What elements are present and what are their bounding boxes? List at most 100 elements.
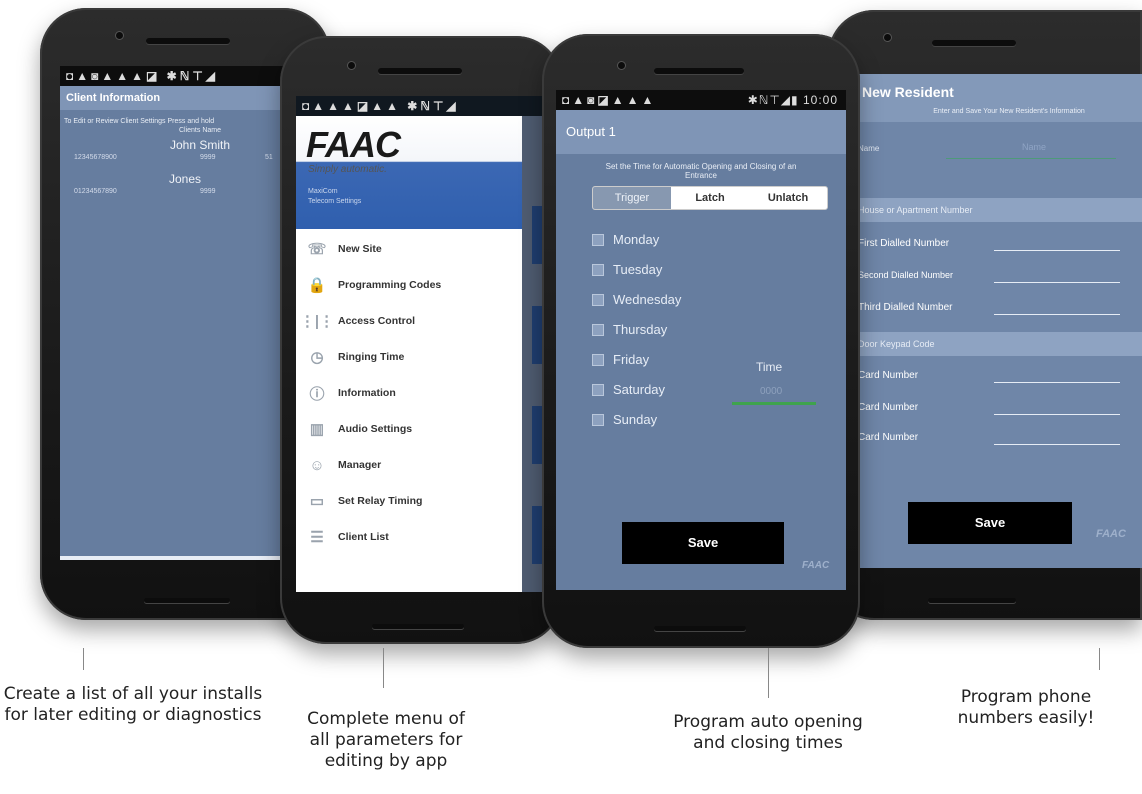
drawer-header: FAAC Simply automatic. MaxiCom Telecom S…: [296, 116, 522, 229]
faac-logo: FAAC: [306, 124, 401, 165]
logo-tagline: Simply automatic.: [308, 164, 387, 175]
screen-new-resident: New Resident Enter and Save Your New Res…: [856, 74, 1142, 568]
info-icon: ⓘ: [309, 385, 325, 403]
dialled-number-field[interactable]: Third Dialled Number: [856, 294, 1142, 324]
bottom-speaker: [928, 598, 1016, 603]
checkbox-wednesday[interactable]: Wednesday: [592, 292, 681, 307]
clients-heading: Clients Name: [178, 127, 221, 134]
page-title: Client Information: [66, 92, 161, 104]
checkbox-box: [592, 263, 604, 276]
phone-menu: FAAC Simply automatic. MaxiCom Telecom S…: [280, 36, 562, 644]
list-icon: ☰: [310, 529, 324, 546]
dialled-number-field[interactable]: First Dialled Number: [856, 230, 1142, 260]
menu-item-manager[interactable]: ☺ Manager: [296, 448, 522, 482]
name-placeholder: Name: [1022, 142, 1047, 152]
field-underline: [994, 282, 1120, 283]
card-number-field[interactable]: Card Number: [856, 424, 1142, 448]
day-label: Thursday: [613, 322, 668, 337]
caption-menu: Complete menu of all parameters for edit…: [307, 709, 465, 771]
menu-item-label: Ringing Time: [338, 351, 405, 363]
menu-item-access-control[interactable]: ⋮|⋮ Access Control: [296, 304, 522, 338]
save-button[interactable]: Save: [622, 522, 784, 564]
page-title: New Resident: [862, 84, 954, 100]
earpiece-speaker: [932, 40, 1016, 46]
segment-trigger[interactable]: Trigger: [593, 187, 671, 209]
card-label: Card Number: [858, 402, 919, 413]
day-label: Tuesday: [613, 262, 663, 277]
menu-item-label: Client List: [338, 531, 389, 543]
caption-leader-line: [1099, 648, 1100, 670]
caption-client-list: Create a list of all your installs for l…: [3, 684, 263, 725]
earpiece-speaker: [378, 68, 462, 74]
faac-logo: FAAC: [802, 560, 830, 571]
house-label: House or Apartment Number: [858, 205, 973, 215]
checkbox-saturday[interactable]: Saturday: [592, 382, 665, 397]
checkbox-box: [592, 383, 604, 396]
screen-output: ◘▲◙◪▲▲▲ ✱ℕ⊤◢▮ 10:00 Output 1 Set the Tim…: [556, 90, 846, 590]
day-label: Monday: [613, 232, 660, 247]
status-right: ✱ℕ⊤◢▮ 10:00: [747, 93, 838, 107]
name-field[interactable]: Name Name: [856, 134, 1142, 170]
card-label: Card Number: [858, 432, 919, 443]
bottom-speaker: [144, 598, 230, 603]
checkbox-box: [592, 353, 604, 366]
segment-latch[interactable]: Latch: [671, 187, 749, 209]
status-bar: ◘▲▲▲◪▲▲ ✱ℕ⊤◢: [296, 96, 562, 116]
checkbox-monday[interactable]: Monday: [592, 232, 659, 247]
checkbox-friday[interactable]: Friday: [592, 352, 649, 367]
clock-icon: ◷: [310, 349, 324, 366]
time-value: 0000: [760, 386, 783, 397]
time-label: Time: [756, 360, 783, 374]
menu-item-label: Set Relay Timing: [338, 495, 423, 507]
day-label: Sunday: [613, 412, 658, 427]
menu-item-set-relay-timing[interactable]: ▭ Set Relay Timing: [296, 484, 522, 518]
caption-auto-times: Program auto opening and closing times: [673, 712, 863, 753]
checkbox-box: [592, 413, 604, 426]
menu-item-programming-codes[interactable]: 🔒 Programming Codes: [296, 268, 522, 302]
menu-item-label: Manager: [338, 459, 382, 471]
name-underline: [946, 158, 1116, 159]
dialled-number-field[interactable]: Second Dialled Number: [856, 262, 1142, 292]
menu-item-label: Information: [338, 387, 396, 399]
segment-unlatch[interactable]: Unlatch: [749, 187, 827, 209]
menu-item-client-list[interactable]: ☰ Client List: [296, 520, 522, 554]
front-camera: [116, 32, 123, 39]
phone-new-resident: New Resident Enter and Save Your New Res…: [828, 10, 1142, 620]
house-number-section[interactable]: House or Apartment Number: [856, 198, 1142, 222]
dialled-label: Third Dialled Number: [858, 302, 953, 313]
card-number-field[interactable]: Card Number: [856, 394, 1142, 424]
menu-item-audio-settings[interactable]: ▥ Audio Settings: [296, 412, 522, 446]
front-camera: [884, 34, 891, 41]
status-bar: ◘▲◙◪▲▲▲ ✱ℕ⊤◢▮ 10:00: [556, 90, 846, 110]
checkbox-thursday[interactable]: Thursday: [592, 322, 667, 337]
client-code: 9999: [200, 154, 216, 161]
field-underline: [994, 382, 1120, 383]
menu-item-ringing-time[interactable]: ◷ Ringing Time: [296, 340, 522, 374]
checkbox-sunday[interactable]: Sunday: [592, 412, 657, 427]
account-sub: Telecom Settings: [308, 198, 362, 205]
access-control-icon: ⋮|⋮: [299, 313, 335, 330]
screen-menu: FAAC Simply automatic. MaxiCom Telecom S…: [296, 96, 562, 592]
caption-phone-numbers: Program phone numbers easily!: [957, 687, 1095, 728]
dialled-label: Second Dialled Number: [858, 270, 954, 280]
card-number-field[interactable]: Card Number: [856, 362, 1142, 392]
bottom-speaker: [372, 624, 464, 629]
field-underline: [994, 250, 1120, 251]
menu-item-label: New Site: [338, 243, 382, 255]
faac-logo: FAAC: [1096, 528, 1126, 540]
checkbox-tuesday[interactable]: Tuesday: [592, 262, 662, 277]
menu-item-new-site[interactable]: ☏ New Site: [296, 232, 522, 266]
time-input[interactable]: 0000: [732, 384, 816, 405]
field-underline: [994, 414, 1120, 415]
keypad-section: Door Keypad Code: [856, 332, 1142, 356]
client-name: Jones: [168, 172, 202, 186]
card-label: Card Number: [858, 370, 919, 381]
manager-icon: ☺: [309, 456, 325, 474]
earpiece-speaker: [146, 38, 230, 44]
mode-segmented-control: Trigger Latch Unlatch: [592, 186, 828, 210]
earpiece-speaker: [654, 68, 744, 74]
checkbox-box: [592, 293, 604, 306]
save-button[interactable]: Save: [908, 502, 1072, 544]
phone-icon: ☏: [307, 241, 327, 258]
menu-item-information[interactable]: ⓘ Information: [296, 376, 522, 410]
